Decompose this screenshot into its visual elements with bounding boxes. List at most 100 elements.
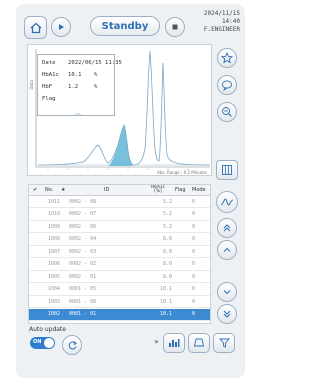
row-id: 0002 - 04 bbox=[69, 236, 97, 242]
row-id: 0001 - 01 bbox=[69, 311, 97, 317]
table-row[interactable]: 1010 0002 - 07 5.2 0 bbox=[29, 209, 210, 221]
row-no: 1008 bbox=[47, 236, 60, 242]
row-flag bbox=[175, 221, 189, 232]
row-mode: 0 bbox=[192, 236, 196, 242]
row-hba1c: 5.2 bbox=[162, 223, 172, 230]
filter-icon bbox=[218, 338, 230, 348]
row-flag bbox=[175, 246, 189, 257]
table-row[interactable]: 1009 0002 - 06 5.2 0 bbox=[29, 221, 210, 233]
collapse-info-chevron-icon[interactable]: ︿ bbox=[75, 108, 81, 117]
info-hbf-value: 1.2 bbox=[68, 84, 79, 90]
row-no: 1006 bbox=[47, 261, 60, 267]
speech-bubble-icon bbox=[221, 80, 233, 91]
table-row[interactable]: 1008 0002 - 04 8.0 0 bbox=[29, 234, 210, 246]
comment-button[interactable] bbox=[217, 75, 237, 95]
double-chevron-down-icon bbox=[223, 310, 231, 318]
row-hba1c: 10.1 bbox=[159, 286, 172, 292]
row-no: 1002 bbox=[47, 311, 60, 317]
auto-update-toggle[interactable]: ON bbox=[30, 337, 55, 349]
table-row[interactable]: 1011 0002 - 08 5.2 0 bbox=[29, 196, 210, 208]
table-row[interactable]: 1006 0002 - 02 8.0 0 bbox=[29, 259, 210, 271]
home-button[interactable] bbox=[24, 16, 47, 39]
info-hbf-unit: % bbox=[94, 84, 98, 90]
chevron-up-icon bbox=[223, 247, 231, 252]
result-info-box: Date 2022/06/15 11:35 HbA1c 10.1 % HbF 1… bbox=[37, 54, 122, 117]
star-icon bbox=[221, 52, 233, 64]
header-mode[interactable]: Mode bbox=[192, 185, 206, 195]
refresh-button[interactable] bbox=[62, 335, 82, 355]
header-flag[interactable]: Flag bbox=[175, 185, 186, 195]
zoom-out-icon bbox=[222, 107, 232, 117]
row-id: 0002 - 03 bbox=[69, 248, 97, 255]
waveform-icon bbox=[220, 198, 234, 206]
expand-chevrons[interactable]: » bbox=[154, 337, 159, 346]
layout-view-button[interactable] bbox=[216, 160, 238, 180]
header-id[interactable]: ID bbox=[104, 185, 109, 195]
header-check[interactable]: ✔ bbox=[33, 185, 37, 195]
start-button[interactable] bbox=[51, 17, 71, 37]
table-header: ✔ No. ★ ID HbA1c [%] Flag Mode bbox=[29, 185, 210, 196]
row-flag bbox=[175, 259, 189, 270]
row-hba1c: 10.1 bbox=[159, 311, 172, 317]
show-chart-button[interactable] bbox=[216, 191, 238, 213]
header-star[interactable]: ★ bbox=[61, 185, 65, 195]
y-axis-label: Data bbox=[29, 80, 34, 90]
table-row[interactable]: 1007 0002 - 03 8.0 0 bbox=[29, 246, 210, 258]
row-hba1c: 10.1 bbox=[159, 298, 172, 305]
row-hba1c: 8.0 bbox=[162, 248, 172, 255]
favorite-button[interactable] bbox=[217, 48, 237, 68]
filter-button[interactable] bbox=[213, 333, 235, 353]
row-hba1c: 5.2 bbox=[162, 211, 172, 217]
user-name: F.ENGINEER bbox=[203, 26, 240, 33]
info-date-label: Date bbox=[42, 60, 56, 66]
header-hba1c[interactable]: HbA1c [%] bbox=[151, 185, 165, 195]
table-row[interactable]: 1003 0001 - 08 10.1 0 bbox=[29, 296, 210, 308]
row-hba1c: 8.0 bbox=[162, 273, 172, 280]
zoom-out-button[interactable] bbox=[217, 102, 237, 122]
table-row[interactable]: 1005 0002 - 01 8.0 0 bbox=[29, 271, 210, 283]
header-hba1c-unit: [%] bbox=[154, 189, 162, 194]
row-no: 1005 bbox=[47, 273, 60, 280]
chromatogram-panel: Data Abs. Range : 0.2 Minutes Date 2022/… bbox=[27, 44, 212, 176]
toggle-state-label: ON bbox=[33, 339, 42, 345]
row-no: 1003 bbox=[47, 298, 60, 305]
columns-icon bbox=[222, 165, 232, 175]
row-flag bbox=[175, 296, 189, 307]
tray-icon bbox=[193, 338, 205, 347]
bar-chart-icon bbox=[169, 339, 180, 347]
stop-icon bbox=[172, 24, 178, 30]
x-axis-label: Abs. Range : 0.2 Minutes bbox=[157, 170, 207, 175]
chromatogram-peak-fill bbox=[108, 125, 133, 166]
header-no[interactable]: No. bbox=[45, 185, 53, 195]
row-id: 0002 - 08 bbox=[69, 198, 97, 205]
datetime-block: 2024/11/15 14:40 F.ENGINEER bbox=[204, 10, 240, 34]
info-hba1c-label: HbA1c bbox=[42, 72, 59, 78]
row-mode: 0 bbox=[192, 248, 196, 255]
scroll-up-button[interactable] bbox=[217, 240, 237, 260]
scroll-top-button[interactable] bbox=[217, 218, 237, 238]
row-flag bbox=[175, 284, 189, 295]
scroll-down-button[interactable] bbox=[217, 282, 237, 302]
results-table: ✔ No. ★ ID HbA1c [%] Flag Mode 1011 0002 … bbox=[28, 184, 211, 324]
scroll-bottom-button[interactable] bbox=[217, 304, 237, 324]
row-mode: 0 bbox=[192, 261, 196, 267]
current-time: 14:40 bbox=[221, 18, 240, 25]
stop-button[interactable] bbox=[165, 17, 185, 37]
row-flag bbox=[175, 271, 189, 282]
refresh-icon bbox=[68, 340, 77, 350]
current-date: 2024/11/15 bbox=[203, 10, 240, 17]
row-mode: 0 bbox=[192, 198, 196, 205]
info-date-value: 2022/06/15 11:35 bbox=[68, 60, 122, 66]
row-id: 0002 - 02 bbox=[69, 261, 97, 267]
table-row[interactable]: 1002 0001 - 01 10.1 0 bbox=[29, 308, 210, 321]
auto-update-label: Auto update bbox=[29, 326, 66, 333]
table-row[interactable]: 1004 0001 - 05 10.1 0 bbox=[29, 284, 210, 296]
row-id: 0002 - 01 bbox=[69, 273, 97, 280]
chart-view-button[interactable] bbox=[163, 333, 185, 353]
toggle-knob bbox=[44, 338, 54, 348]
info-hba1c-unit: % bbox=[94, 72, 98, 78]
row-flag bbox=[175, 209, 189, 220]
row-hba1c: 8.0 bbox=[162, 236, 172, 242]
sample-view-button[interactable] bbox=[188, 333, 210, 353]
row-no: 1004 bbox=[47, 286, 60, 292]
